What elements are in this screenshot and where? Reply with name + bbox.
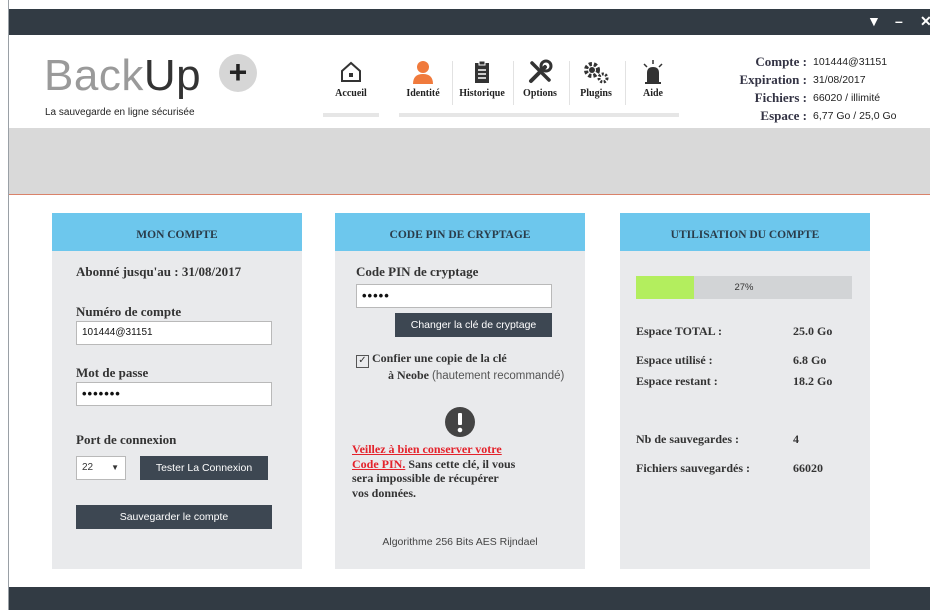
files-label: Fichiers sauvegardés : xyxy=(636,461,750,475)
nav-separator xyxy=(625,61,626,105)
used-value: 6.8 Go xyxy=(793,353,827,367)
password-input[interactable]: ••••••• xyxy=(76,382,272,406)
test-connection-button[interactable]: Tester La Connexion xyxy=(140,456,268,480)
dropdown-menu-icon[interactable]: ▼ xyxy=(867,11,881,31)
clipboard-icon xyxy=(475,60,489,83)
tools-icon xyxy=(529,59,553,83)
nav-underline xyxy=(323,113,379,117)
nav-label: Accueil xyxy=(335,88,367,99)
logo-plus-badge: + xyxy=(219,54,257,92)
warning-line1: Veillez à bien conserver votre xyxy=(352,442,502,456)
backups-value: 4 xyxy=(793,432,799,446)
home-icon xyxy=(341,61,361,82)
save-account-button[interactable]: Sauvegarder le compte xyxy=(76,505,272,529)
gray-banner xyxy=(9,128,930,195)
alarm-light-icon xyxy=(643,60,663,84)
user-icon xyxy=(413,61,433,84)
minimize-button[interactable]: – xyxy=(895,11,903,31)
subscription-date: Abonné jusqu'au : 31/08/2017 xyxy=(76,264,242,279)
warning-line3: sera impossible de récupérer xyxy=(352,471,499,485)
expiration-label: Expiration : xyxy=(739,72,807,87)
header: BackUp + La sauvegarde en ligne sécurisé… xyxy=(9,35,930,128)
chevron-down-icon: ▼ xyxy=(111,463,119,472)
backups-label: Nb de sauvegardes : xyxy=(636,432,740,446)
nav-label: Plugins xyxy=(580,88,612,99)
pin-label: Code PIN de cryptage xyxy=(356,264,479,279)
nav-separator xyxy=(452,61,453,105)
nav-separator xyxy=(513,61,514,105)
algorithm-text: Algorithme 256 Bits AES Rijndael xyxy=(382,536,538,548)
confide-option: ✓ Confier une copie de la clé à Neobe (h… xyxy=(356,351,576,384)
usage-progress-bar: 27% xyxy=(636,276,852,299)
panel-code-pin: CODE PIN DE CRYPTAGE Code PIN de cryptag… xyxy=(335,213,585,569)
nav-historique[interactable]: Historique xyxy=(455,59,509,99)
warning-icon xyxy=(445,407,475,437)
title-bar: ▼ – ✕ xyxy=(9,9,930,35)
window-left-border xyxy=(0,0,9,610)
checkbox[interactable]: ✓ xyxy=(356,355,369,368)
remaining-value: 18.2 Go xyxy=(793,374,833,388)
nav-separator xyxy=(569,61,570,105)
confide-line2-bold: à Neobe xyxy=(388,368,429,382)
nav-identite[interactable]: Identité xyxy=(399,59,447,99)
panel-title: UTILISATION DU COMPTE xyxy=(620,213,870,251)
account-number-input[interactable]: 101444@31151 xyxy=(76,321,272,345)
close-button[interactable]: ✕ xyxy=(920,11,930,31)
nav-label: Identité xyxy=(406,88,440,99)
bottom-bar xyxy=(9,587,930,610)
total-label: Espace TOTAL : xyxy=(636,324,723,338)
pin-warning: Veillez à bien conserver votre Code PIN.… xyxy=(352,442,582,500)
warning-line2-rest: Sans cette clé, il vous xyxy=(408,456,516,471)
nav-label: Options xyxy=(523,88,557,99)
app-logo: BackUp xyxy=(44,51,202,100)
remaining-label: Espace restant : xyxy=(636,374,718,388)
app-tagline: La sauvegarde en ligne sécurisée xyxy=(45,107,195,118)
files-value: 66020 xyxy=(793,461,823,475)
compte-label: Compte : xyxy=(755,54,807,69)
panel-title: CODE PIN DE CRYPTAGE xyxy=(335,213,585,251)
warning-line4: vos données. xyxy=(352,485,417,500)
expiration-value: 31/08/2017 xyxy=(813,74,866,86)
used-label: Espace utilisé : xyxy=(636,353,713,367)
panel-title: MON COMPTE xyxy=(52,213,302,251)
fichiers-value: 66020 / illimité xyxy=(813,92,881,104)
nav-label: Historique xyxy=(459,88,505,99)
nav-accueil[interactable]: Accueil xyxy=(327,59,375,99)
nav-options[interactable]: Options xyxy=(516,59,564,99)
port-label: Port de connexion xyxy=(76,432,177,447)
espace-label: Espace : xyxy=(760,108,807,123)
panel-utilisation: UTILISATION DU COMPTE 27% Espace TOTAL :… xyxy=(620,213,870,569)
warning-line2-red: Code PIN. xyxy=(352,456,406,471)
confide-line2-rest: (hautement recommandé) xyxy=(432,370,565,382)
port-value: 22 xyxy=(82,462,94,473)
pin-input[interactable]: ••••• xyxy=(356,284,552,308)
total-value: 25.0 Go xyxy=(793,324,833,338)
nav-aide[interactable]: Aide xyxy=(629,59,677,99)
nav-underline xyxy=(399,113,679,117)
account-info: Compte : 101444@31151 Expiration : 31/08/2… xyxy=(699,53,896,125)
password-label: Mot de passe xyxy=(76,365,149,380)
fichiers-label: Fichiers : xyxy=(754,90,807,105)
progress-percent: 27% xyxy=(734,282,754,293)
confide-line1: Confier une copie de la clé xyxy=(372,351,507,365)
compte-value: 101444@31151 xyxy=(813,56,888,68)
espace-value: 6,77 Go / 25,0 Go xyxy=(813,110,897,122)
gears-icon xyxy=(584,62,609,84)
port-select[interactable]: 22 ▼ xyxy=(76,456,126,480)
account-number-label: Numéro de compte xyxy=(76,304,182,319)
nav-plugins[interactable]: Plugins xyxy=(572,59,620,99)
nav-label: Aide xyxy=(643,88,663,99)
change-key-button[interactable]: Changer la clé de cryptage xyxy=(395,313,552,337)
panel-mon-compte: MON COMPTE Abonné jusqu'au : 31/08/2017 … xyxy=(52,213,302,569)
